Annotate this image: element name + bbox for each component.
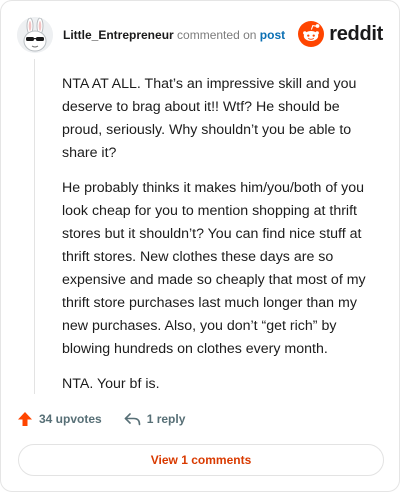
reply-arrow-icon [124,412,141,425]
comment-meta: Little_Entrepreneur commented on post [63,28,285,42]
reddit-logo[interactable]: reddit [298,19,383,49]
comment-body: NTA AT ALL. That’s an impressive skill a… [62,73,374,408]
comment-paragraph: NTA AT ALL. That’s an impressive skill a… [62,76,357,161]
username-link[interactable]: Little_Entrepreneur [63,28,174,42]
post-link[interactable]: post [260,28,285,42]
bunny-sunglasses-icon [17,17,53,53]
thread-line [34,59,35,394]
commented-on-text: commented on [177,28,257,42]
comment-actions: 34 upvotes 1 reply [17,408,185,430]
comment-card: Little_Entrepreneur commented on post re… [0,0,400,492]
upvote-arrow-icon [18,412,32,426]
comment-paragraph: He probably thinks it makes him/you/both… [62,180,366,357]
comment-header: Little_Entrepreneur commented on post re… [17,15,385,55]
reddit-alien-icon [298,21,325,47]
upvote-button[interactable]: 34 upvotes [17,411,102,427]
comment-paragraph: NTA. Your bf is. [62,376,160,392]
user-avatar[interactable] [17,17,53,53]
upvote-count: 34 upvotes [39,412,102,426]
reddit-wordmark: reddit [329,22,383,45]
reply-count: 1 reply [146,412,186,426]
view-comments-button[interactable]: View 1 comments [18,444,384,476]
reply-button[interactable]: 1 reply [124,412,186,427]
